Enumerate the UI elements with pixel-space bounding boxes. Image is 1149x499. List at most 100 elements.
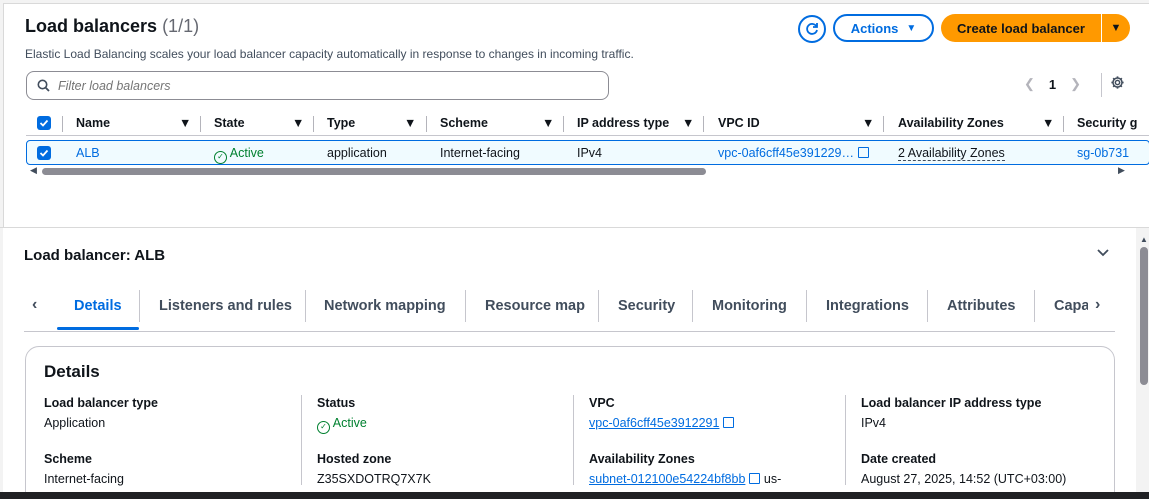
chevron-left-icon[interactable]: ‹ <box>32 296 37 314</box>
type-cell: application <box>327 146 387 160</box>
status-field: Status ✓ Active <box>317 396 367 434</box>
field-label: Availability Zones <box>589 452 695 466</box>
previous-page-icon[interactable]: ❮ <box>1024 76 1035 92</box>
column-header-type[interactable]: Type <box>327 116 355 130</box>
lb-type-field: Load balancer type Application <box>44 396 158 430</box>
filter-field[interactable] <box>26 71 609 100</box>
field-label: Status <box>317 396 356 410</box>
next-page-icon[interactable]: ❯ <box>1070 76 1081 92</box>
row-checkbox[interactable] <box>37 146 51 160</box>
check-circle-icon: ✓ <box>317 421 330 434</box>
tab-divider <box>465 290 466 322</box>
tab-details[interactable]: Details <box>74 298 122 314</box>
actions-label: Actions <box>850 20 899 36</box>
security-group-link[interactable]: sg-0b731 <box>1077 146 1129 160</box>
chevron-right-icon[interactable]: › <box>1095 296 1100 314</box>
gear-icon-svg <box>1111 76 1124 89</box>
scrollbar-thumb[interactable] <box>1140 247 1148 385</box>
column-header-name[interactable]: Name <box>76 116 110 130</box>
vpc-id-link[interactable]: vpc-0af6cff45e391229… <box>718 146 869 160</box>
tab-divider <box>598 290 599 322</box>
field-label: Load balancer type <box>44 396 158 410</box>
sort-icon[interactable]: ▼ <box>542 116 554 130</box>
column-header-vpc-id[interactable]: VPC ID <box>718 116 760 130</box>
tab-divider <box>806 290 807 322</box>
scrollbar-thumb[interactable] <box>42 168 706 175</box>
field-label: Load balancer IP address type <box>861 396 1042 410</box>
tab-security[interactable]: Security <box>618 298 675 314</box>
scroll-up-icon[interactable]: ▲ <box>1140 235 1148 244</box>
column-header-availability-zones[interactable]: Availability Zones <box>898 116 1004 130</box>
create-options-dropdown[interactable]: ▼ <box>1102 14 1130 42</box>
page-title-count: (1/1) <box>162 16 200 36</box>
sort-icon[interactable]: ▼ <box>292 116 304 130</box>
details-panel: Load balancer: ALB ‹ Details Listeners a… <box>3 228 1136 499</box>
tab-monitoring[interactable]: Monitoring <box>712 298 787 314</box>
column-label: Scheme <box>440 116 488 130</box>
page-title: Load balancers (1/1) <box>25 16 199 37</box>
field-value: Application <box>44 416 106 430</box>
sort-icon[interactable]: ▼ <box>1042 116 1054 130</box>
column-header-ip-type[interactable]: IP address type <box>577 116 669 130</box>
table-header: Name ▼ State ▼ Type ▼ Scheme ▼ IP addres… <box>26 112 1149 136</box>
caret-down-icon: ▼ <box>1110 22 1122 34</box>
tab-listeners-and-rules[interactable]: Listeners and rules <box>159 298 292 314</box>
field-label: VPC <box>589 396 615 410</box>
sort-icon[interactable]: ▼ <box>179 116 191 130</box>
column-label: Type <box>327 116 356 130</box>
active-tab-indicator <box>57 327 139 330</box>
refresh-button[interactable] <box>798 15 826 43</box>
table-row[interactable]: ALB ✓ Active application Internet-facing… <box>26 140 1149 165</box>
gear-icon[interactable] <box>1110 75 1125 95</box>
column-header-security[interactable]: Security g <box>1077 116 1137 130</box>
vpc-link[interactable]: vpc-0af6cff45e3912291 <box>589 416 735 430</box>
check-icon <box>39 149 49 157</box>
scroll-right-icon[interactable]: ▶ <box>1118 165 1125 176</box>
column-label: Availability Zones <box>898 116 1004 130</box>
sort-icon[interactable]: ▼ <box>404 116 416 130</box>
create-load-balancer-button[interactable]: Create load balancer <box>941 14 1101 42</box>
state-cell: ✓ Active <box>214 146 264 164</box>
sort-icon[interactable]: ▼ <box>682 116 694 130</box>
vertical-scrollbar[interactable]: ▲ <box>1138 232 1149 499</box>
horizontal-scrollbar[interactable]: ◀ ▶ <box>26 165 1136 177</box>
az-suffix: us- <box>763 472 782 486</box>
tab-network-mapping[interactable]: Network mapping <box>324 298 446 314</box>
column-header-state[interactable]: State <box>214 116 245 130</box>
subnet-link[interactable]: subnet-012100e54224bf8bb <box>589 472 761 486</box>
date-created-field: Date created August 27, 2025, 14:52 (UTC… <box>861 452 1066 486</box>
actions-button[interactable]: Actions ▼ <box>833 14 934 42</box>
field-label: Date created <box>861 452 937 466</box>
status-text: Active <box>332 416 367 430</box>
tab-divider <box>305 290 306 322</box>
column-label: State <box>214 116 245 130</box>
vpc-link-text: vpc-0af6cff45e3912291 <box>589 416 720 430</box>
tab-attributes[interactable]: Attributes <box>947 298 1015 314</box>
vpc-id-text: vpc-0af6cff45e391229… <box>718 146 854 160</box>
tab-integrations[interactable]: Integrations <box>826 298 909 314</box>
availability-zones-cell[interactable]: 2 Availability Zones <box>898 146 1005 161</box>
current-page[interactable]: 1 <box>1049 77 1056 92</box>
lb-name-link[interactable]: ALB <box>76 146 100 160</box>
filter-input[interactable] <box>58 78 558 93</box>
select-all-checkbox[interactable] <box>37 116 51 130</box>
sort-icon[interactable]: ▼ <box>862 116 874 130</box>
vpc-field: VPC vpc-0af6cff45e3912291 <box>589 396 735 430</box>
ip-address-type-field: Load balancer IP address type IPv4 <box>861 396 1041 430</box>
ip-type-cell: IPv4 <box>577 146 603 160</box>
column-label: Name <box>76 116 111 130</box>
caret-down-icon: ▼ <box>906 22 917 34</box>
chevron-down-icon[interactable] <box>1096 246 1110 261</box>
tab-resource-map[interactable]: Resource map <box>485 298 585 314</box>
external-link-icon <box>857 147 869 158</box>
hosted-zone-field: Hosted zone Z35SXDOTRQ7X7K <box>317 452 431 486</box>
column-header-scheme[interactable]: Scheme <box>440 116 488 130</box>
tab-capacity[interactable]: Capa <box>1054 298 1088 314</box>
external-link-icon <box>749 473 761 484</box>
column-divider <box>1063 116 1064 132</box>
column-divider <box>200 116 201 132</box>
taskbar <box>0 492 1149 499</box>
scroll-left-icon[interactable]: ◀ <box>30 165 37 176</box>
field-value: August 27, 2025, 14:52 (UTC+03:00) <box>861 472 1067 486</box>
refresh-icon <box>806 23 818 35</box>
